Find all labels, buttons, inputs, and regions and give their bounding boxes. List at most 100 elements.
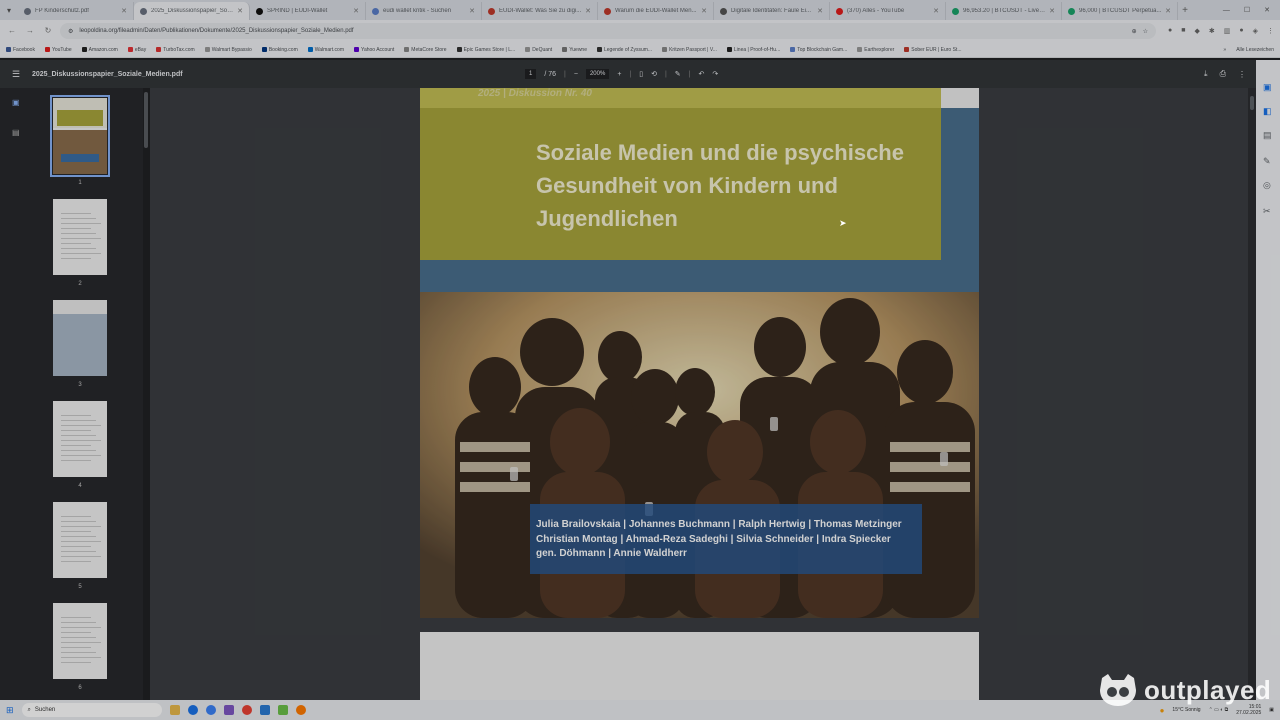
new-tab-button[interactable]: + bbox=[1178, 2, 1192, 20]
side-panel-notes-icon[interactable]: ✎ bbox=[1263, 156, 1271, 167]
bookmark-item[interactable]: MetaCore Store bbox=[404, 47, 447, 53]
pdf-more-icon[interactable]: ⋮ bbox=[1238, 70, 1246, 79]
browser-tab[interactable]: (370) Alles - YouTube ✕ bbox=[830, 2, 946, 20]
chrome-icon[interactable] bbox=[241, 705, 252, 715]
app-icon[interactable] bbox=[223, 705, 234, 715]
bookmark-item[interactable]: Sober EUR | Euro St... bbox=[904, 47, 962, 53]
app-icon[interactable] bbox=[205, 705, 216, 715]
fit-page-icon[interactable]: ▯ bbox=[639, 70, 643, 78]
file-explorer-icon[interactable] bbox=[169, 705, 180, 715]
reload-icon[interactable]: ↻ bbox=[42, 25, 54, 37]
bookmark-item[interactable]: TurboTax.com bbox=[156, 47, 195, 53]
bookmark-item[interactable]: Walmart Bypassio bbox=[204, 47, 252, 53]
bookmark-item[interactable]: Legende of Zyssum... bbox=[597, 47, 652, 53]
tab-close-icon[interactable]: ✕ bbox=[701, 7, 707, 15]
bookmark-star-icon[interactable]: ☆ bbox=[1143, 28, 1148, 35]
all-bookmarks[interactable]: Alle Lesezeichen bbox=[1236, 47, 1274, 53]
document-scrollbar[interactable] bbox=[1248, 88, 1256, 700]
browser-tab[interactable]: Digitale Identitäten: Faule Ei... ✕ bbox=[714, 2, 830, 20]
page-thumbnail[interactable] bbox=[53, 502, 107, 578]
tab-close-icon[interactable]: ✕ bbox=[585, 7, 591, 15]
tab-close-icon[interactable]: ✕ bbox=[1165, 7, 1171, 15]
tab-close-icon[interactable]: ✕ bbox=[237, 7, 243, 15]
download-icon[interactable]: ⤓ bbox=[1204, 69, 1208, 79]
extension-icon[interactable]: ■ bbox=[1181, 27, 1185, 35]
address-bar[interactable]: ⚙ leopoldina.org/fileadmin/Daten/Publika… bbox=[60, 23, 1157, 39]
tab-close-icon[interactable]: ✕ bbox=[1049, 7, 1055, 15]
browser-tab[interactable]: FP Kinderschutz.pdf ✕ bbox=[18, 2, 134, 20]
browser-tab[interactable]: 96,953.20 | BTCUSDT - Live-S... ✕ bbox=[946, 2, 1062, 20]
extension-icon[interactable]: ◆ bbox=[1194, 27, 1199, 35]
pdf-viewer[interactable]: 2025 | Diskussion Nr. 40 Soziale Medien … bbox=[150, 88, 1256, 700]
edge-icon[interactable] bbox=[187, 705, 198, 715]
zoom-out-icon[interactable]: − bbox=[574, 71, 578, 78]
profile-icon[interactable]: ● bbox=[1239, 27, 1243, 35]
page-thumbnail[interactable] bbox=[53, 199, 107, 275]
app-icon[interactable] bbox=[259, 705, 270, 715]
extension-icon[interactable]: ● bbox=[1168, 27, 1172, 35]
bookmark-item[interactable]: eBay bbox=[127, 47, 146, 53]
rotate-icon[interactable]: ⟲ bbox=[651, 70, 657, 78]
tab-close-icon[interactable]: ✕ bbox=[353, 7, 359, 15]
app-icon[interactable] bbox=[295, 705, 306, 715]
page-thumbnail[interactable] bbox=[50, 95, 110, 177]
shield-icon[interactable]: ◈ bbox=[1253, 27, 1258, 35]
bookmark-item[interactable]: Walmart.com bbox=[307, 47, 344, 53]
app-icon[interactable] bbox=[277, 705, 288, 715]
page-thumbnail[interactable] bbox=[53, 401, 107, 477]
sidebar-icon[interactable]: ▥ bbox=[1224, 27, 1231, 35]
browser-tab[interactable]: 2025_Diskussionspapier_Sozi... ✕ bbox=[134, 2, 250, 20]
bookmark-item[interactable]: Linea | Proof-of-Hu... bbox=[726, 47, 780, 53]
zoom-input[interactable]: 200% bbox=[585, 69, 610, 79]
zoom-in-icon[interactable]: + bbox=[617, 71, 621, 78]
maximize-icon[interactable]: ☐ bbox=[1244, 6, 1250, 14]
bookmark-item[interactable]: Earthexplorer bbox=[857, 47, 894, 53]
bookmark-item[interactable]: DeQuant bbox=[525, 47, 552, 53]
back-icon[interactable]: ← bbox=[6, 25, 18, 37]
page-thumbnail[interactable] bbox=[53, 300, 107, 376]
outline-view-icon[interactable]: ▤ bbox=[12, 128, 20, 137]
sidebar-scroll-thumb[interactable] bbox=[144, 92, 148, 148]
minimize-icon[interactable]: — bbox=[1223, 7, 1230, 14]
bookmark-item[interactable]: YouTube bbox=[44, 47, 72, 53]
forward-icon[interactable]: → bbox=[24, 25, 36, 37]
side-panel-reader-icon[interactable]: ▤ bbox=[1263, 130, 1272, 141]
tab-close-icon[interactable]: ✕ bbox=[933, 7, 939, 15]
browser-tab[interactable]: Warum die EUDI-Wallet Men... ✕ bbox=[598, 2, 714, 20]
pdf-menu-icon[interactable]: ☰ bbox=[0, 69, 32, 80]
bookmark-item[interactable]: Yahoo Account bbox=[354, 47, 394, 53]
side-panel-games-icon[interactable]: ◎ bbox=[1263, 180, 1271, 191]
browser-tab[interactable]: SPRIND | EUDI-Wallet ✕ bbox=[250, 2, 366, 20]
bookmark-item[interactable]: Amazon.com bbox=[81, 47, 118, 53]
bookmark-item[interactable]: Yuewne bbox=[562, 47, 587, 53]
extensions-puzzle-icon[interactable]: ✱ bbox=[1209, 27, 1215, 35]
print-icon[interactable]: ⎙ bbox=[1220, 69, 1226, 79]
bookmark-item[interactable]: Kritzen Passport | V... bbox=[662, 47, 717, 53]
undo-icon[interactable]: ↶ bbox=[699, 70, 705, 78]
site-info-icon[interactable]: ⚙ bbox=[68, 28, 73, 35]
tab-close-icon[interactable]: ✕ bbox=[817, 7, 823, 15]
taskbar-search[interactable]: ⌕ Suchen bbox=[21, 703, 162, 717]
close-window-icon[interactable]: ✕ bbox=[1264, 6, 1270, 14]
side-panel-chat-icon[interactable]: ▣ bbox=[1263, 82, 1272, 93]
zoom-icon[interactable]: ⊕ bbox=[1132, 28, 1137, 35]
document-scroll-thumb[interactable] bbox=[1250, 96, 1254, 110]
side-panel-tools-icon[interactable]: ✂ bbox=[1263, 206, 1271, 217]
browser-tab[interactable]: EUDI-Wallet: Was Sie zu digi... ✕ bbox=[482, 2, 598, 20]
browser-tab[interactable]: eudi wallet kritik - Suchen ✕ bbox=[366, 2, 482, 20]
more-menu-icon[interactable]: ⋮ bbox=[1267, 27, 1274, 35]
tab-close-icon[interactable]: ✕ bbox=[121, 7, 127, 15]
thumbnails-view-icon[interactable]: ▣ bbox=[12, 98, 20, 107]
browser-tab[interactable]: 96,000 | BTCUSDT Perpetua... ✕ bbox=[1062, 2, 1178, 20]
bookmark-item[interactable]: Facebook bbox=[6, 47, 35, 53]
bookmark-item[interactable]: Booking.com bbox=[261, 47, 298, 53]
bookmark-item[interactable]: Top Blockchain Gam... bbox=[790, 47, 847, 53]
tab-search-icon[interactable]: ▾ bbox=[0, 0, 18, 20]
sidebar-scrollbar[interactable] bbox=[143, 88, 150, 700]
bookmarks-overflow-icon[interactable]: » bbox=[1223, 47, 1226, 53]
redo-icon[interactable]: ↷ bbox=[712, 70, 718, 78]
page-thumbnail[interactable] bbox=[53, 603, 107, 679]
side-panel-app-icon[interactable]: ◧ bbox=[1263, 106, 1272, 117]
annotate-icon[interactable]: ✎ bbox=[675, 70, 681, 78]
start-icon[interactable]: ⊞ bbox=[6, 705, 14, 716]
